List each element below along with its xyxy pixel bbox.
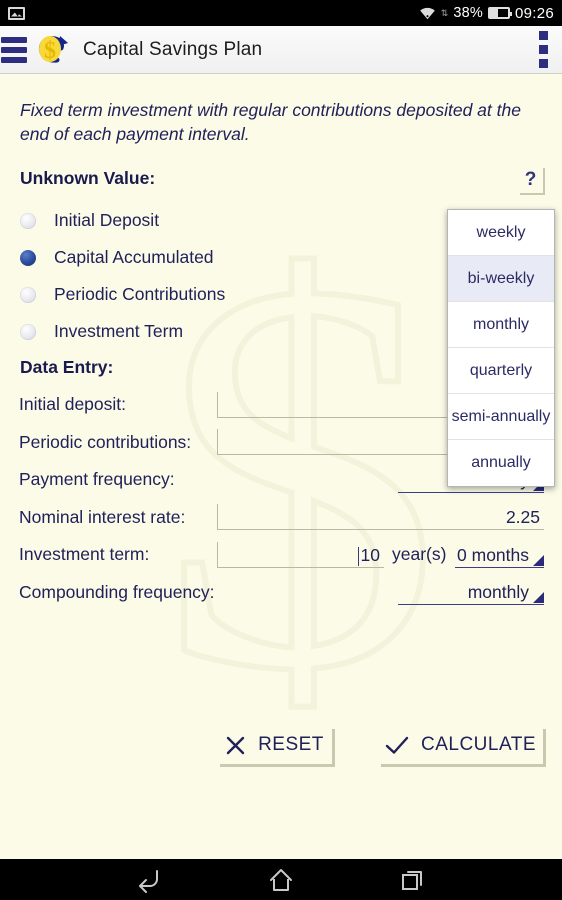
row-nominal-interest-rate: Nominal interest rate: 2.25 [0,499,562,537]
investment-term-months-dropdown[interactable]: 0 months [455,542,544,568]
investment-term-years-value: 10 [360,544,380,565]
row-compounding-frequency: Compounding frequency: monthly [0,574,562,612]
wifi-icon [419,6,436,20]
close-x-icon [226,736,245,754]
reset-button[interactable]: RESET [217,726,332,764]
dropdown-option-quarterly[interactable]: quarterly [448,348,554,394]
compounding-frequency-dropdown[interactable]: monthly [398,579,544,606]
payment-frequency-dropdown-list[interactable]: weekly bi-weekly monthly quarterly semi-… [447,209,555,487]
checkmark-icon [385,736,409,754]
photo-icon [8,6,25,20]
svg-text:$: $ [44,38,56,64]
overflow-menu-icon[interactable] [539,31,548,68]
battery-percent-label: 38% [453,5,483,21]
clock-label: 09:26 [514,4,554,22]
radio-circle-icon [20,286,36,303]
dropdown-option-annually[interactable]: annually [448,440,554,486]
investment-term-label: Investment term: [19,544,150,565]
reset-button-label: RESET [258,734,324,755]
status-bar: ⇅ 38% 09:26 [0,0,562,26]
back-arrow-icon[interactable] [126,863,172,897]
radio-initial-deposit[interactable]: Initial Deposit [20,202,440,239]
radio-label: Initial Deposit [54,210,160,230]
navigation-bar [0,859,562,900]
compounding-frequency-label: Compounding frequency: [19,581,215,602]
radio-investment-term[interactable]: Investment Term [20,313,440,350]
payment-frequency-label: Payment frequency: [19,469,175,490]
data-entry-title: Data Entry: [20,357,114,377]
recent-apps-icon[interactable] [390,863,436,897]
battery-icon [487,7,512,19]
device-screen: ⇅ 38% 09:26 $ Capital Savings Plan $ Fix… [0,0,562,900]
investment-term-years-input[interactable]: 10 [217,541,384,568]
description-text: Fixed term investment with regular contr… [20,100,521,144]
radio-circle-icon [20,323,36,340]
investment-term-years-unit: year(s) [392,544,447,565]
dropdown-option-monthly[interactable]: monthly [448,302,554,348]
text-cursor [357,546,359,566]
radio-label: Periodic Contributions [54,284,226,304]
radio-circle-icon [20,212,36,229]
status-bar-left [0,6,25,20]
app-title: Capital Savings Plan [83,38,263,60]
radio-circle-selected-icon [20,249,36,266]
dropdown-option-semi-annually[interactable]: semi-annually [448,394,554,440]
status-bar-right: ⇅ 38% 09:26 [419,5,562,22]
calculate-button-label: CALCULATE [420,734,536,755]
app-bar: $ Capital Savings Plan [0,26,562,74]
data-transfer-icon: ⇅ [440,7,449,18]
row-investment-term: Investment term: 10 year(s) 0 months [0,536,562,574]
dollar-anchor-logo-icon: $ [31,30,73,70]
main-content: $ Fixed term investment with regular con… [0,74,562,859]
initial-deposit-label: Initial deposit: [19,394,127,415]
dropdown-option-weekly[interactable]: weekly [448,210,554,256]
periodic-contributions-label: Periodic contributions: [19,431,192,452]
unknown-value-radio-group: Initial Deposit Capital Accumulated Peri… [20,202,440,350]
action-buttons: RESET CALCULATE [0,726,562,786]
unknown-value-title: Unknown Value: [20,168,156,188]
help-button[interactable]: ? [518,166,543,193]
radio-label: Investment Term [54,321,184,341]
nominal-interest-rate-input[interactable]: 2.25 [217,504,544,531]
hamburger-menu-icon[interactable] [1,36,27,63]
home-icon[interactable] [258,863,304,897]
dropdown-option-bi-weekly[interactable]: bi-weekly [448,256,554,302]
nominal-interest-rate-label: Nominal interest rate: [19,506,186,527]
radio-capital-accumulated[interactable]: Capital Accumulated [20,239,440,276]
radio-periodic-contributions[interactable]: Periodic Contributions [20,276,440,313]
radio-label: Capital Accumulated [54,247,214,267]
calculate-button[interactable]: CALCULATE [378,726,543,764]
